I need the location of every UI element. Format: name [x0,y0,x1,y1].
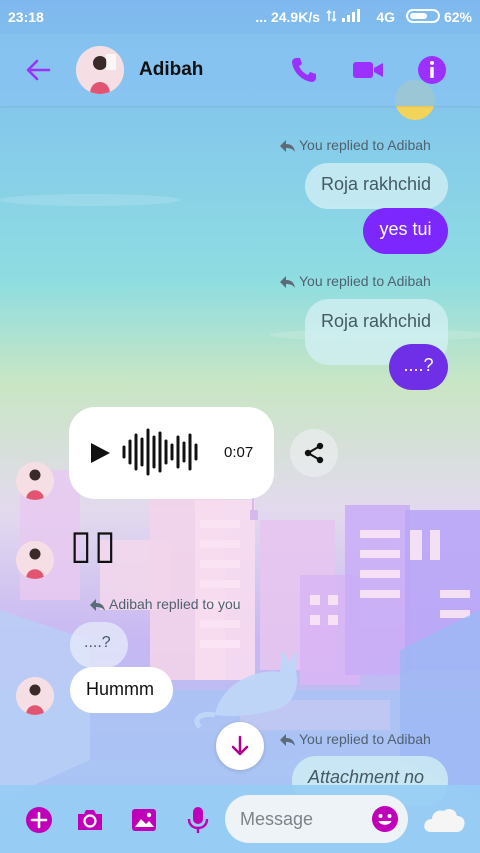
contact-name[interactable]: Adibah [139,59,203,81]
cloud-icon[interactable] [422,805,466,835]
play-icon[interactable] [89,442,111,464]
reply-arrow-icon [280,734,295,746]
reply-note: You replied to Adibah [279,731,439,749]
share-icon [304,442,324,464]
outgoing-message[interactable]: ....? [389,344,448,390]
network-speed: ... 24.9K/s [255,9,320,25]
contact-avatar-small[interactable] [16,541,54,579]
emoji-icon[interactable] [371,805,399,833]
incoming-glyph-message[interactable]: ▯▯ [70,522,118,568]
avatar-photo-icon [16,677,54,715]
contact-avatar[interactable] [76,46,124,94]
contact-avatar-small[interactable] [16,677,54,715]
avatar-photo-icon [16,462,54,500]
reply-arrow-icon [280,140,295,152]
reply-note: Adibah replied to you [89,596,249,614]
scroll-to-bottom-button[interactable] [216,722,264,770]
audio-message[interactable]: 0:07 [69,407,274,499]
back-arrow-icon[interactable] [24,56,52,84]
status-time: 23:18 [8,9,44,25]
reply-note: You replied to Adibah [279,273,439,291]
battery-icon [406,9,440,23]
arrow-down-icon [231,735,249,756]
avatar-photo-icon [16,541,54,579]
waveform-icon [122,428,198,476]
video-camera-icon[interactable] [352,54,384,86]
network-type: 4G [376,9,395,25]
gallery-icon[interactable] [129,805,159,835]
info-icon[interactable] [416,54,448,86]
camera-icon[interactable] [75,805,105,835]
status-bar: 23:18 ... 24.9K/s 4G 62% [0,0,480,34]
quoted-message[interactable]: Roja rakhchid [305,163,448,209]
share-button[interactable] [290,429,338,477]
composer-bar [0,785,480,853]
reply-arrow-icon [90,599,105,611]
microphone-icon[interactable] [183,805,213,835]
phone-icon[interactable] [288,54,320,86]
reply-arrow-icon [280,276,295,288]
signal-icon [326,9,360,23]
chat-screen: 23:18 ... 24.9K/s 4G 62% Adibah You repl… [0,0,480,853]
outgoing-message[interactable]: yes tui [363,208,448,254]
plus-icon[interactable] [24,805,54,835]
contact-avatar-small[interactable] [16,462,54,500]
avatar-photo-icon [76,46,124,94]
chat-header: Adibah [0,34,480,106]
audio-duration: 0:07 [224,444,254,461]
quoted-message[interactable]: ....? [70,622,128,668]
incoming-message[interactable]: Hummm [70,667,173,713]
battery-percent: 62% [443,9,472,25]
reply-note: You replied to Adibah [279,137,439,155]
